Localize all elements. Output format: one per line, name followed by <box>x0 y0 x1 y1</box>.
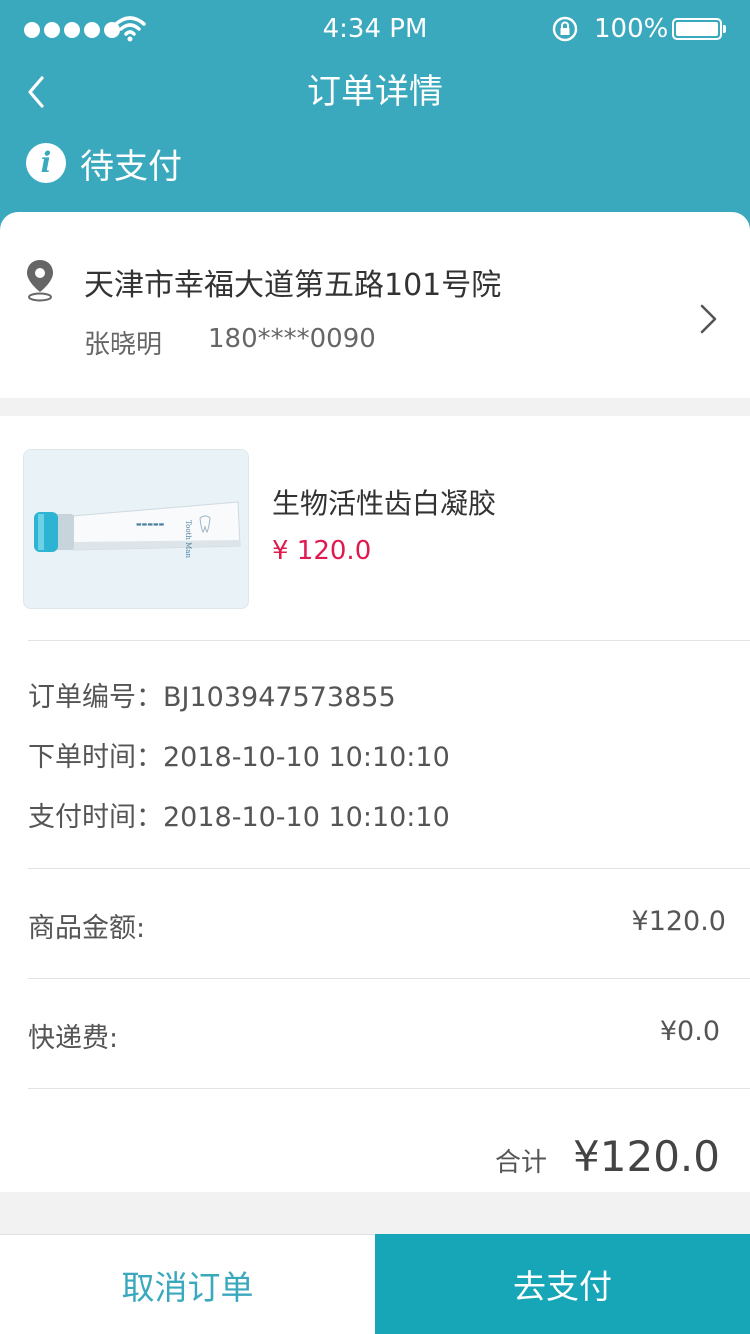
page-title: 订单详情 <box>307 72 443 112</box>
pay-button[interactable]: 去支付 <box>375 1234 750 1334</box>
shipping-fee-label: 快递费: <box>28 1023 119 1054</box>
order-number-value: BJ103947573855 <box>163 682 396 713</box>
location-pin-icon <box>27 260 53 302</box>
recipient-name: 张晓明 <box>84 330 163 360</box>
order-time-row: 下单时间： 2018-10-10 10:10:10 <box>28 740 450 800</box>
status-bar: 4:34 PM 100% <box>0 0 750 60</box>
divider <box>28 1088 750 1089</box>
order-card: ▬▬▬▬▬ Tooth Man 生物活性齿白凝胶 ¥ 120.0 订单编号： B… <box>0 416 750 1192</box>
order-time-value: 2018-10-10 10:10:10 <box>163 742 450 773</box>
order-info-list: 订单编号： BJ103947573855 下单时间： 2018-10-10 10… <box>28 680 450 860</box>
goods-amount-label: 商品金额: <box>28 913 146 944</box>
divider <box>28 640 750 641</box>
product-tube-text: Tooth Man <box>184 520 192 558</box>
cancel-order-button[interactable]: 取消订单 <box>0 1234 375 1334</box>
product-name: 生物活性齿白凝胶 <box>272 487 497 520</box>
order-number-row: 订单编号： BJ103947573855 <box>28 680 450 740</box>
order-status-label: 待支付 <box>80 146 182 187</box>
product-price: ¥ 120.0 <box>272 536 372 566</box>
battery-percentage: 100% <box>594 14 669 44</box>
total-label: 合计 <box>495 1148 548 1178</box>
total-row: 合计 ¥120.0 <box>495 1132 720 1181</box>
payment-time-value: 2018-10-10 10:10:10 <box>163 802 450 833</box>
goods-amount-row: 商品金额: ¥120.0 <box>28 906 726 945</box>
goods-amount-value: ¥120.0 <box>631 906 726 937</box>
payment-time-row: 支付时间： 2018-10-10 10:10:10 <box>28 800 450 860</box>
order-number-label: 订单编号： <box>28 682 163 713</box>
total-value: ¥120.0 <box>573 1132 720 1181</box>
bottom-action-bar: 取消订单 去支付 <box>0 1234 750 1334</box>
divider <box>28 868 750 869</box>
shipping-fee-row: 快递费: ¥0.0 <box>28 1016 722 1055</box>
order-status: i 待支付 <box>26 140 182 187</box>
battery-icon <box>672 18 726 40</box>
divider <box>28 978 750 979</box>
order-time-label: 下单时间： <box>28 742 163 773</box>
address-line: 天津市幸福大道第五路101号院 <box>84 268 502 303</box>
info-icon: i <box>26 143 66 183</box>
recipient-phone: 180****0090 <box>208 324 376 354</box>
payment-time-label: 支付时间： <box>28 802 163 833</box>
svg-text:▬▬▬▬▬: ▬▬▬▬▬ <box>136 521 165 528</box>
chevron-right-icon <box>700 304 717 334</box>
address-card[interactable]: 天津市幸福大道第五路101号院 张晓明 180****0090 <box>0 212 750 398</box>
shipping-fee-value: ¥0.0 <box>659 1016 720 1047</box>
product-image[interactable]: ▬▬▬▬▬ Tooth Man <box>23 449 249 609</box>
rotation-lock-icon <box>552 16 578 42</box>
contact-info: 张晓明 180****0090 <box>84 324 376 361</box>
